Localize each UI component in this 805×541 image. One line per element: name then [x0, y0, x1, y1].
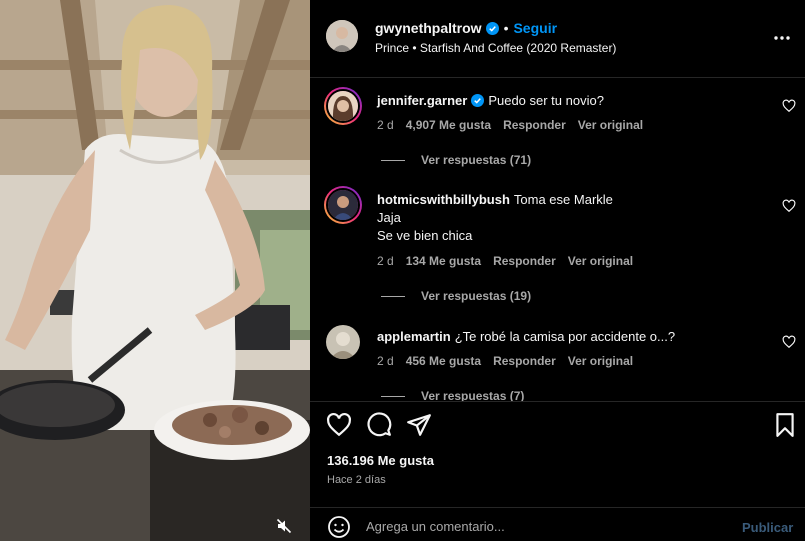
comment-meta: 2 d 134 Me gusta Responder Ver original: [377, 254, 633, 268]
commenter-avatar[interactable]: [326, 325, 360, 359]
post-actions: 136.196 Me gusta Hace 2 días: [310, 401, 805, 501]
view-replies-label: Ver respuestas (19): [421, 289, 532, 303]
comment-meta: 2 d 456 Me gusta Responder Ver original: [377, 354, 633, 368]
commenter-avatar[interactable]: [324, 87, 362, 125]
comment-text-line-3: Se ve bien chica: [377, 228, 473, 243]
author-line: gwynethpaltrow • Seguir: [375, 20, 557, 36]
likes-count[interactable]: 136.196 Me gusta: [327, 453, 434, 468]
reply-button[interactable]: Responder: [493, 354, 556, 368]
comment-body: applemartin ¿Te robé la camisa por accide…: [377, 328, 772, 346]
view-replies-button[interactable]: Ver respuestas (19): [381, 289, 531, 303]
author-avatar-image: [326, 20, 358, 52]
replies-divider: [381, 395, 405, 397]
see-original-button[interactable]: Ver original: [578, 118, 643, 132]
heart-icon[interactable]: [782, 99, 796, 113]
comment-likes[interactable]: 4,907 Me gusta: [406, 118, 491, 132]
comment-time: 2 d: [377, 354, 394, 368]
post-panel: gwynethpaltrow • Seguir Prince • Starfis…: [310, 0, 805, 541]
comment-composer: Publicar: [310, 507, 805, 541]
publish-button[interactable]: Publicar: [742, 520, 793, 535]
replies-divider: [381, 295, 405, 297]
comment-body: jennifer.garner Puedo ser tu novio?: [377, 92, 772, 110]
comments-list[interactable]: jennifer.garner Puedo ser tu novio? 2 d 4…: [310, 79, 805, 401]
commenter-avatar-image: [328, 91, 358, 121]
commenter-username[interactable]: hotmicswithbillybush: [377, 192, 510, 207]
view-replies-button[interactable]: Ver respuestas (7): [381, 389, 524, 401]
heart-icon[interactable]: [782, 335, 796, 349]
share-icon[interactable]: [406, 412, 432, 438]
commenter-avatar-image: [326, 325, 360, 359]
music-info[interactable]: Prince • Starfish And Coffee (2020 Remas…: [375, 41, 616, 55]
see-original-button[interactable]: Ver original: [568, 354, 633, 368]
comment-body: hotmicswithbillybush Toma ese Markle Jaja…: [377, 191, 772, 245]
author-avatar[interactable]: [326, 20, 358, 52]
separator-dot: •: [503, 20, 509, 36]
bookmark-icon[interactable]: [772, 412, 798, 438]
comment-time: 2 d: [377, 254, 394, 268]
more-options-icon[interactable]: [772, 30, 792, 46]
comment-likes[interactable]: 134 Me gusta: [406, 254, 481, 268]
comment-icon[interactable]: [366, 412, 392, 438]
mute-toggle-button[interactable]: [272, 514, 296, 538]
verified-badge-icon: [471, 94, 485, 107]
see-original-button[interactable]: Ver original: [568, 254, 633, 268]
comment-text: ¿Te robé la camisa por accidente o...?: [454, 329, 676, 344]
view-replies-label: Ver respuestas (7): [421, 389, 525, 401]
heart-icon[interactable]: [326, 412, 352, 438]
comment-text: Puedo ser tu novio?: [488, 93, 604, 108]
comment-time: 2 d: [377, 118, 394, 132]
muted-speaker-icon: [276, 518, 292, 534]
reel-video[interactable]: [0, 0, 310, 541]
view-replies-button[interactable]: Ver respuestas (71): [381, 153, 531, 167]
music-track: Prince • Starfish And Coffee (2020 Remas…: [375, 41, 617, 55]
comment-input[interactable]: [366, 515, 726, 537]
commenter-username[interactable]: jennifer.garner: [377, 93, 467, 108]
comment-likes[interactable]: 456 Me gusta: [406, 354, 481, 368]
reply-button[interactable]: Responder: [503, 118, 566, 132]
emoji-icon[interactable]: [327, 515, 351, 539]
comment-text-line-1: Toma ese Markle: [513, 192, 613, 207]
replies-divider: [381, 159, 405, 161]
commenter-avatar[interactable]: [324, 186, 362, 224]
video-frame-image: [0, 0, 310, 541]
post-header: gwynethpaltrow • Seguir Prince • Starfis…: [310, 0, 805, 78]
reply-button[interactable]: Responder: [493, 254, 556, 268]
verified-badge-icon: [485, 21, 499, 35]
comment-text-line-2: Jaja: [377, 210, 401, 225]
follow-button[interactable]: Seguir: [513, 20, 557, 36]
comment-meta: 2 d 4,907 Me gusta Responder Ver origina…: [377, 118, 643, 132]
author-username[interactable]: gwynethpaltrow: [375, 20, 482, 36]
heart-icon[interactable]: [782, 199, 796, 213]
view-replies-label: Ver respuestas (71): [421, 153, 532, 167]
posted-time: Hace 2 días: [327, 474, 386, 486]
commenter-username[interactable]: applemartin: [377, 329, 451, 344]
commenter-avatar-image: [328, 190, 358, 220]
